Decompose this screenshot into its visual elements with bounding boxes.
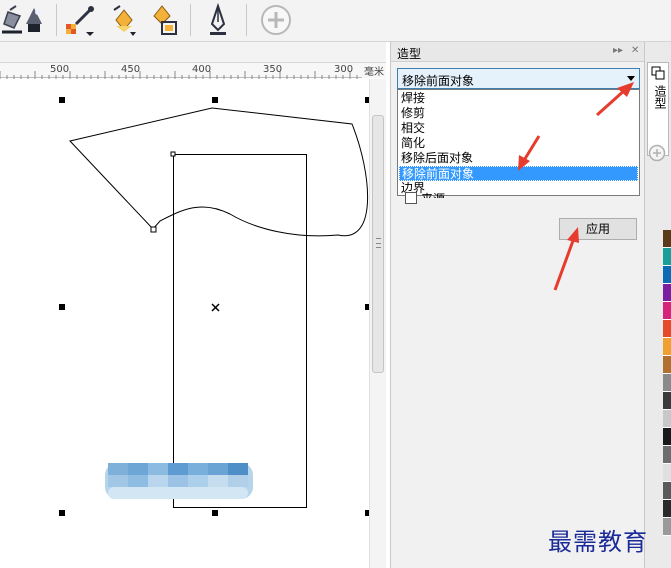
corel-window: { "toolbar": { "tools": [ {"icon": "fill… bbox=[0, 0, 671, 568]
node-handle[interactable] bbox=[150, 226, 157, 233]
ruler-label: 300 bbox=[334, 64, 354, 75]
color-swatch[interactable] bbox=[663, 410, 671, 428]
attributes-eyedropper-icon[interactable] bbox=[104, 2, 140, 38]
shaping-mode-select[interactable]: 移除前面对象 bbox=[397, 68, 640, 89]
select-value: 移除前面对象 bbox=[402, 74, 475, 88]
close-icon[interactable]: ✕ bbox=[631, 45, 639, 56]
node-handle[interactable] bbox=[170, 151, 176, 157]
eyedropper-icon[interactable] bbox=[62, 2, 98, 38]
pen-tool-icon[interactable] bbox=[200, 2, 236, 38]
vertical-scrollbar[interactable] bbox=[369, 79, 386, 568]
watermark-logo: 最需教育 bbox=[548, 528, 648, 556]
docker-title: 造型 bbox=[397, 47, 422, 61]
color-swatch[interactable] bbox=[663, 482, 671, 500]
toolbar bbox=[0, 0, 671, 42]
ruler-label: 350 bbox=[263, 64, 283, 75]
selection-handle[interactable] bbox=[59, 304, 65, 310]
source-checkbox-label: 来源 bbox=[421, 190, 445, 198]
blurred-region bbox=[105, 463, 253, 499]
color-swatch[interactable] bbox=[663, 230, 671, 248]
color-swatch[interactable] bbox=[663, 518, 671, 536]
toolbar-separator bbox=[246, 4, 247, 36]
color-swatch[interactable] bbox=[663, 428, 671, 446]
shaping-mode-dropdown: 焊接 修剪 相交 简化 移除后面对象 移除前面对象 边界 bbox=[397, 89, 640, 196]
selection-handle[interactable] bbox=[212, 97, 218, 103]
color-swatch[interactable] bbox=[663, 392, 671, 410]
toolbar-separator bbox=[56, 4, 57, 36]
toolbar-strip bbox=[0, 42, 386, 62]
collapse-icon[interactable]: ▸▸ bbox=[613, 45, 623, 56]
color-swatch[interactable] bbox=[663, 338, 671, 356]
shaping-docker: 造型 ▸▸ ✕ 移除前面对象 焊接 修剪 相交 简化 移除后面对象 移除前面对象… bbox=[390, 42, 645, 568]
dropdown-option-trim[interactable]: 修剪 bbox=[399, 106, 638, 121]
chevron-down-icon[interactable] bbox=[627, 76, 635, 81]
toolbar-separator bbox=[190, 4, 191, 36]
interactive-fill-icon[interactable] bbox=[146, 2, 182, 38]
color-palette bbox=[663, 230, 671, 568]
canvas-drawing bbox=[59, 97, 371, 516]
center-mark bbox=[211, 303, 220, 312]
smart-fill-icon[interactable] bbox=[16, 2, 52, 38]
scrollbar-thumb[interactable] bbox=[372, 115, 384, 373]
drawing-canvas[interactable] bbox=[0, 79, 386, 568]
tab-label: 造型 bbox=[653, 85, 667, 109]
selection-handle[interactable] bbox=[212, 510, 218, 516]
ruler-label: 400 bbox=[192, 64, 212, 75]
dropdown-option-back-minus-front[interactable]: 移除后面对象 bbox=[399, 151, 638, 166]
tab-shaping[interactable]: 造型 bbox=[647, 62, 669, 156]
dropdown-option-intersect[interactable]: 相交 bbox=[399, 121, 638, 136]
color-swatch[interactable] bbox=[663, 320, 671, 338]
color-swatch[interactable] bbox=[663, 248, 671, 266]
dropdown-option-front-minus-back[interactable]: 移除前面对象 bbox=[399, 166, 638, 181]
docker-header: 造型 ▸▸ ✕ bbox=[391, 42, 645, 62]
ruler-label: 500 bbox=[50, 64, 70, 75]
color-swatch[interactable] bbox=[663, 446, 671, 464]
color-swatch[interactable] bbox=[663, 464, 671, 482]
color-swatch[interactable] bbox=[663, 374, 671, 392]
collar-shape[interactable] bbox=[69, 107, 369, 237]
horizontal-ruler: 500 450 400 350 300 毫米 bbox=[0, 62, 386, 79]
ruler-label: 450 bbox=[121, 64, 141, 75]
add-tool-icon[interactable] bbox=[258, 2, 294, 38]
ruler-unit: 毫米 bbox=[362, 63, 386, 78]
selection-handle[interactable] bbox=[59, 97, 65, 103]
selection-handle[interactable] bbox=[59, 510, 65, 516]
dropdown-option-simplify[interactable]: 简化 bbox=[399, 136, 638, 151]
color-swatch[interactable] bbox=[663, 356, 671, 374]
color-swatch[interactable] bbox=[663, 302, 671, 320]
apply-button[interactable]: 应用 bbox=[559, 218, 637, 240]
shaping-icon bbox=[651, 66, 665, 80]
color-swatch[interactable] bbox=[663, 500, 671, 518]
color-swatch[interactable] bbox=[663, 284, 671, 302]
source-checkbox[interactable] bbox=[405, 192, 417, 204]
grip-icon bbox=[376, 238, 381, 248]
add-docker-icon[interactable] bbox=[648, 144, 666, 162]
dropdown-option-weld[interactable]: 焊接 bbox=[399, 91, 638, 106]
color-swatch[interactable] bbox=[663, 266, 671, 284]
